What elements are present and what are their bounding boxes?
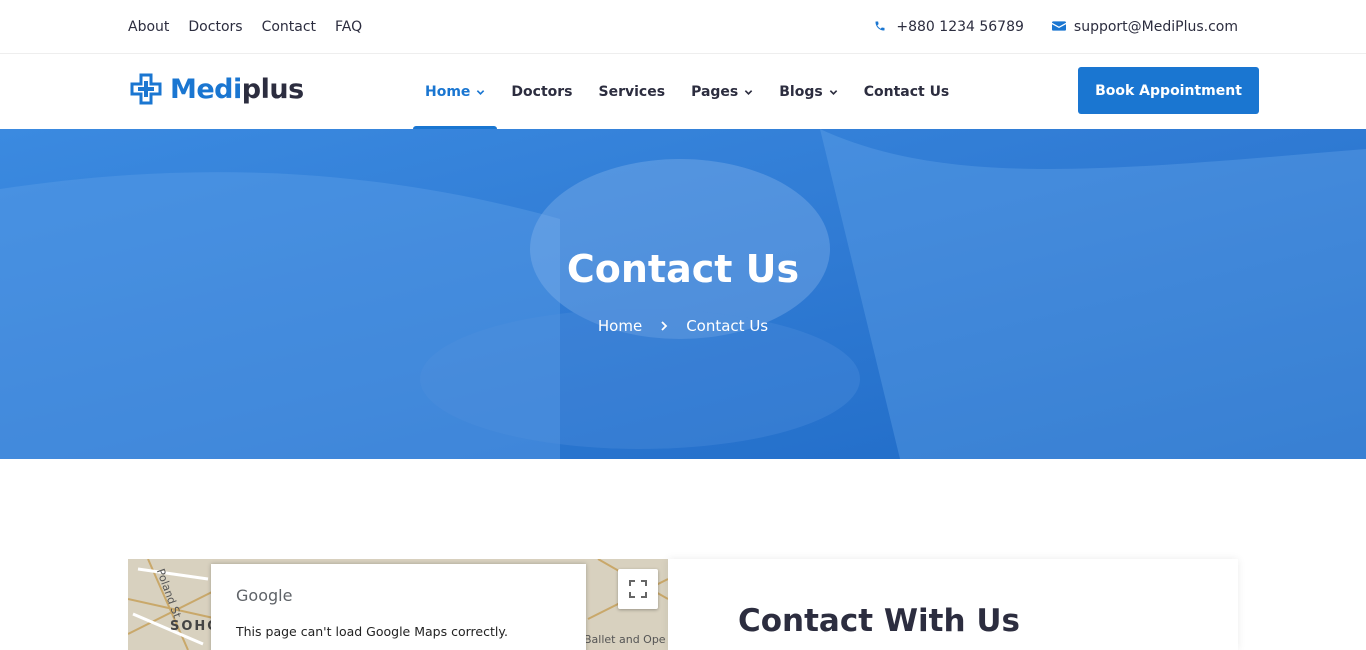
email-contact[interactable]: support@MediPlus.com xyxy=(1051,18,1238,36)
top-links: About Doctors Contact FAQ xyxy=(128,18,381,36)
top-link-contact[interactable]: Contact xyxy=(262,18,316,36)
logo-text: Mediplus xyxy=(170,73,304,105)
map-label-ballet: Ballet and Ope xyxy=(584,633,666,646)
top-link-faq[interactable]: FAQ xyxy=(335,18,362,36)
top-link-about[interactable]: About xyxy=(128,18,169,36)
nav-services[interactable]: Services xyxy=(587,55,678,129)
nav-contact-us-label: Contact Us xyxy=(863,84,950,100)
contact-card: Contact With Us xyxy=(668,559,1238,650)
breadcrumb-home[interactable]: Home xyxy=(598,317,642,335)
email-text: support@MediPlus.com xyxy=(1073,19,1238,35)
nav-doctors[interactable]: Doctors xyxy=(499,55,584,129)
envelope-icon xyxy=(1051,20,1066,34)
hero-background-image xyxy=(0,129,1366,459)
nav-blogs[interactable]: Blogs xyxy=(767,55,849,129)
phone-icon xyxy=(874,20,888,34)
top-bar: About Doctors Contact FAQ +880 1234 5678… xyxy=(0,0,1366,54)
page-hero: Contact Us Home Contact Us xyxy=(0,129,1366,459)
fullscreen-button[interactable] xyxy=(618,569,658,609)
medical-cross-icon xyxy=(130,73,162,105)
nav-home-label: Home xyxy=(425,84,471,100)
nav-blogs-label: Blogs xyxy=(779,84,823,100)
google-logo: Google xyxy=(236,586,293,605)
phone-contact[interactable]: +880 1234 56789 xyxy=(874,18,1024,36)
site-logo[interactable]: Mediplus xyxy=(130,73,304,105)
chevron-down-icon xyxy=(744,88,753,97)
map-embed[interactable]: Poland St SOHO Ballet and Ope Google Thi… xyxy=(128,559,668,650)
phone-text: +880 1234 56789 xyxy=(896,19,1024,35)
page-title: Contact Us xyxy=(566,247,800,291)
main-header: Mediplus Home Doctors Services Pages Blo… xyxy=(0,55,1366,129)
breadcrumb-current: Contact Us xyxy=(686,317,769,335)
chevron-down-icon xyxy=(829,88,838,97)
breadcrumb: Home Contact Us xyxy=(0,317,1366,335)
main-nav: Home Doctors Services Pages Blogs Contac… xyxy=(413,55,963,129)
nav-pages-label: Pages xyxy=(691,84,739,100)
nav-contact-us[interactable]: Contact Us xyxy=(852,55,962,129)
fullscreen-icon xyxy=(629,580,647,598)
map-error-message: This page can't load Google Maps correct… xyxy=(236,624,508,639)
map-error-dialog: Google This page can't load Google Maps … xyxy=(211,564,586,650)
top-contacts: +880 1234 56789 support@MediPlus.com xyxy=(846,18,1238,36)
chevron-down-icon xyxy=(476,88,485,97)
chevron-right-icon xyxy=(660,321,668,331)
nav-doctors-label: Doctors xyxy=(511,84,573,100)
contact-heading: Contact With Us xyxy=(738,603,1020,639)
top-link-doctors[interactable]: Doctors xyxy=(188,18,242,36)
nav-services-label: Services xyxy=(598,84,666,100)
book-appointment-button[interactable]: Book Appointment xyxy=(1078,67,1259,114)
nav-pages[interactable]: Pages xyxy=(679,55,765,129)
nav-home[interactable]: Home xyxy=(413,55,498,129)
